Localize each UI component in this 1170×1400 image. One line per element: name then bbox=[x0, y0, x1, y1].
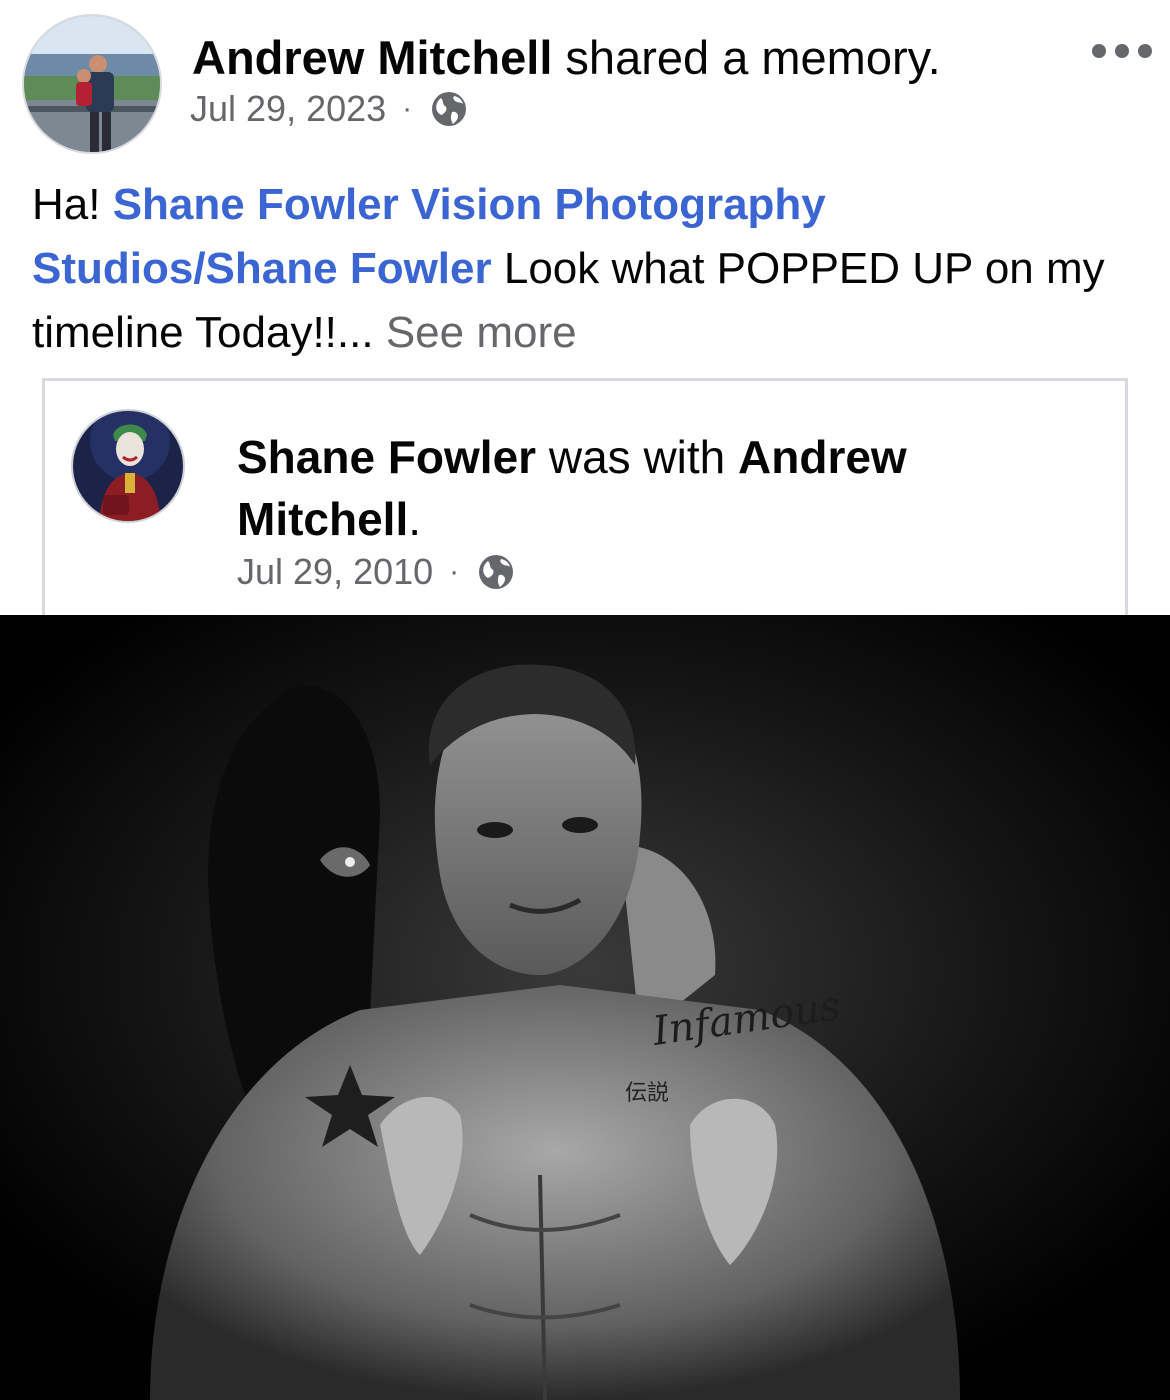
author-avatar-image bbox=[24, 16, 160, 152]
post-text-prefix: Ha! bbox=[32, 180, 113, 229]
tattoo-kanji: 伝説 bbox=[625, 1081, 669, 1106]
photo-image: Infamous 伝説 bbox=[0, 615, 1170, 1400]
globe-icon[interactable] bbox=[430, 90, 468, 128]
more-horizontal-icon bbox=[1115, 44, 1129, 58]
shared-memory-date[interactable]: Jul 29, 2010 bbox=[237, 551, 433, 593]
author-name[interactable]: Andrew Mitchell bbox=[192, 31, 552, 84]
shared-memory-card[interactable]: Shane Fowler was with Andrew Mitchell. J… bbox=[42, 378, 1128, 618]
shared-memory-meta: Jul 29, 2010 · bbox=[237, 551, 515, 593]
shared-memory-title: Shane Fowler was with Andrew Mitchell. bbox=[237, 426, 1037, 550]
post-header: Andrew Mitchell shared a memory. Jul 29,… bbox=[0, 0, 1170, 160]
more-horizontal-icon bbox=[1092, 44, 1106, 58]
post-author-line: Andrew Mitchell shared a memory. bbox=[192, 30, 941, 86]
see-more-link[interactable]: See more bbox=[374, 308, 577, 357]
post-meta: Jul 29, 2023 · bbox=[190, 88, 468, 130]
more-options-button[interactable] bbox=[1092, 36, 1152, 66]
more-horizontal-icon bbox=[1138, 44, 1152, 58]
shared-author-name[interactable]: Shane Fowler bbox=[237, 431, 536, 483]
post-photo[interactable]: Infamous 伝説 bbox=[0, 615, 1170, 1400]
shared-period: . bbox=[408, 493, 422, 545]
globe-icon[interactable] bbox=[477, 553, 515, 591]
shared-author-avatar[interactable] bbox=[71, 409, 185, 523]
author-avatar[interactable] bbox=[22, 14, 162, 154]
meta-separator: · bbox=[449, 555, 460, 588]
post-date[interactable]: Jul 29, 2023 bbox=[190, 88, 386, 130]
shared-author-avatar-image bbox=[73, 411, 183, 521]
meta-separator: · bbox=[402, 92, 413, 125]
author-action: shared a memory. bbox=[552, 31, 941, 84]
shared-connector: was with bbox=[536, 431, 739, 483]
post-text: Ha! Shane Fowler Vision Photography Stud… bbox=[32, 173, 1142, 365]
